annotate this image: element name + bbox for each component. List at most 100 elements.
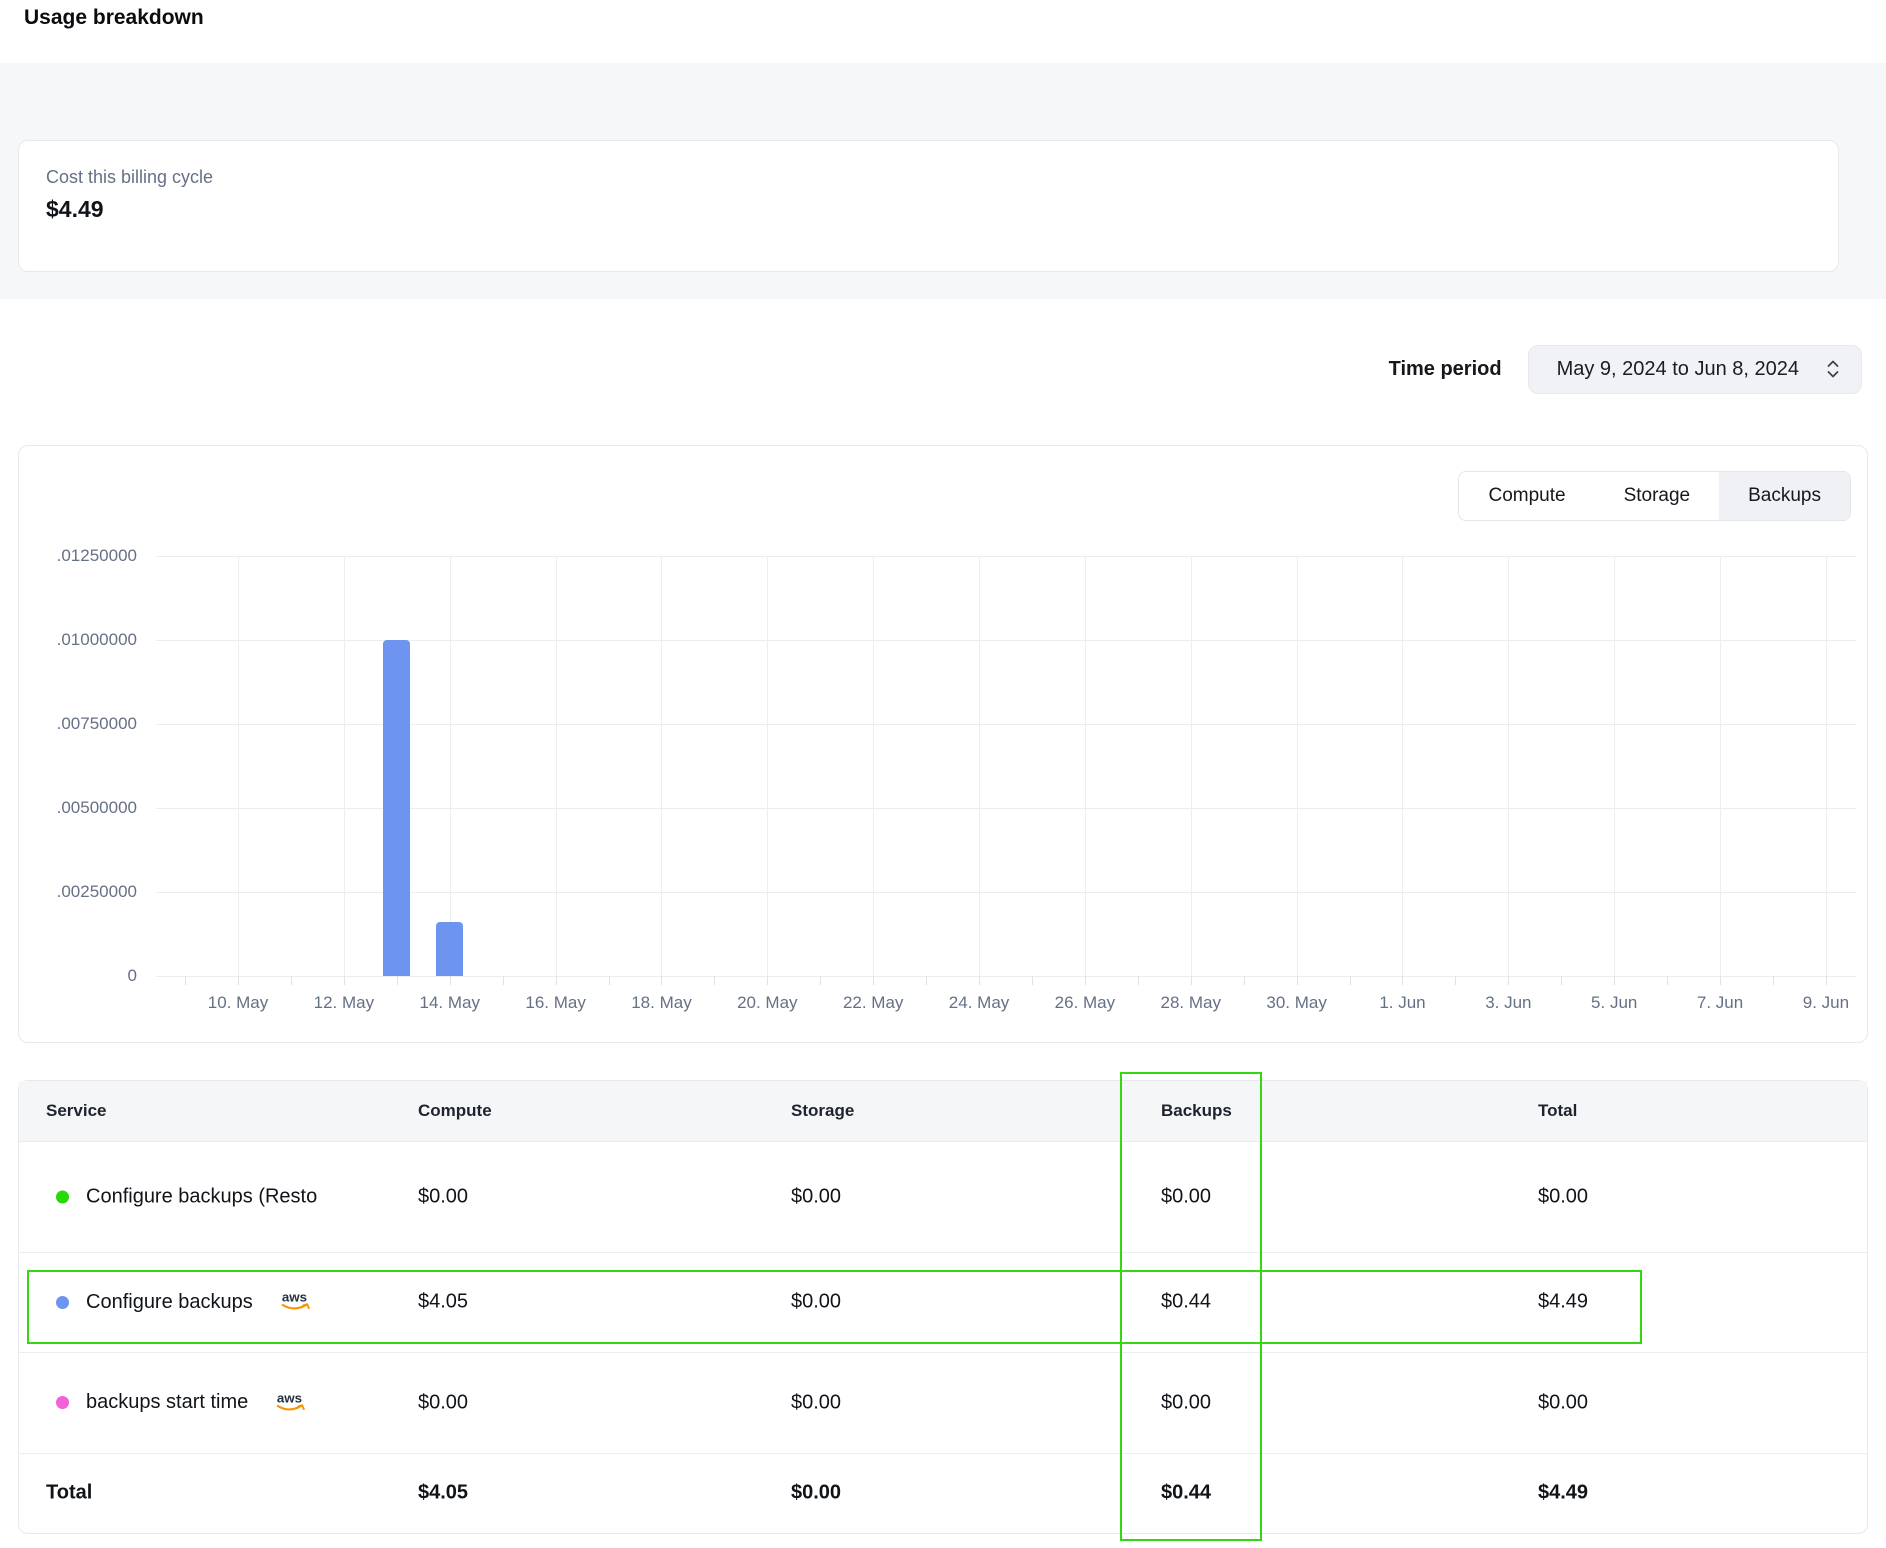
total-value: $0.00	[1538, 1185, 1588, 1208]
x-gridline	[238, 556, 239, 976]
usage-bar[interactable]	[383, 640, 410, 976]
x-axis-label: 12. May	[296, 993, 392, 1013]
day-tick	[1667, 976, 1668, 985]
x-axis-label: 9. Jun	[1778, 993, 1874, 1013]
billing-cost-label: Cost this billing cycle	[46, 167, 1838, 188]
billing-cost-card: Cost this billing cycle $4.49	[18, 140, 1839, 272]
y-axis-label: .01000000	[19, 630, 137, 650]
service-cell: Configure backups aws	[56, 1285, 315, 1319]
y-axis-label: .00250000	[19, 882, 137, 902]
x-gridline	[873, 556, 874, 976]
day-tick	[1720, 976, 1721, 985]
y-gridline	[156, 556, 1856, 557]
compute-value: $0.00	[418, 1185, 468, 1208]
day-tick	[1085, 976, 1086, 985]
x-gridline	[1297, 556, 1298, 976]
x-gridline	[1191, 556, 1192, 976]
day-tick	[873, 976, 874, 985]
day-tick	[344, 976, 345, 985]
series-dot	[56, 1396, 69, 1409]
storage-value: $0.00	[791, 1185, 841, 1208]
service-name: Configure backups	[86, 1291, 253, 1314]
day-tick	[1508, 976, 1509, 985]
x-axis-label: 20. May	[719, 993, 815, 1013]
series-dot	[56, 1190, 69, 1203]
service-cell: backups start time aws	[56, 1386, 310, 1420]
x-axis-label: 14. May	[402, 993, 498, 1013]
aws-icon: aws	[279, 1289, 315, 1319]
total-value: $4.49	[1538, 1291, 1588, 1314]
x-gridline	[979, 556, 980, 976]
y-axis-label: 0	[19, 966, 137, 986]
x-axis-label: 7. Jun	[1672, 993, 1768, 1013]
x-gridline	[1614, 556, 1615, 976]
day-tick	[1244, 976, 1245, 985]
x-gridline	[1826, 556, 1827, 976]
x-axis-label: 28. May	[1143, 993, 1239, 1013]
day-tick	[503, 976, 504, 985]
service-name: backups start time	[86, 1391, 248, 1414]
billing-cost-amount: $4.49	[46, 196, 1838, 223]
time-period-select[interactable]: May 9, 2024 to Jun 8, 2024	[1528, 345, 1862, 394]
day-tick	[238, 976, 239, 985]
table-header-row: Service Compute Storage Backups Total	[19, 1081, 1867, 1142]
day-tick	[1402, 976, 1403, 985]
y-axis-label: .00750000	[19, 714, 137, 734]
chart-plot: .01250000.01000000.00750000.00500000.002…	[19, 446, 1867, 1042]
x-axis-label: 26. May	[1037, 993, 1133, 1013]
x-gridline	[450, 556, 451, 976]
header-backups: Backups	[1161, 1101, 1232, 1121]
day-tick	[609, 976, 610, 985]
y-gridline	[156, 976, 1856, 977]
x-axis-label: 22. May	[825, 993, 921, 1013]
day-tick	[1826, 976, 1827, 985]
page-title: Usage breakdown	[24, 6, 204, 30]
day-tick	[1614, 976, 1615, 985]
service-cell: Configure backups (Resto	[56, 1185, 317, 1208]
x-axis-label: 5. Jun	[1566, 993, 1662, 1013]
day-tick	[450, 976, 451, 985]
day-tick	[397, 976, 398, 985]
day-tick	[1191, 976, 1192, 985]
day-tick	[714, 976, 715, 985]
day-tick	[1297, 976, 1298, 985]
day-tick	[1455, 976, 1456, 985]
y-axis-label: .01250000	[19, 546, 137, 566]
compute-value: $4.05	[418, 1291, 468, 1314]
day-tick	[661, 976, 662, 985]
header-compute: Compute	[418, 1101, 492, 1121]
time-period-label: Time period	[1389, 358, 1502, 381]
usage-bar[interactable]	[436, 922, 463, 976]
day-tick	[820, 976, 821, 985]
storage-value: $0.00	[791, 1291, 841, 1314]
x-axis-label: 3. Jun	[1460, 993, 1556, 1013]
usage-chart-card: Compute Storage Backups .01250000.010000…	[18, 445, 1868, 1043]
header-total: Total	[1538, 1101, 1577, 1121]
x-axis-label: 24. May	[931, 993, 1027, 1013]
x-gridline	[344, 556, 345, 976]
aws-icon: aws	[274, 1390, 310, 1420]
day-tick	[1032, 976, 1033, 985]
day-tick	[291, 976, 292, 985]
billing-summary-band: Cost this billing cycle $4.49	[0, 63, 1886, 299]
day-tick	[767, 976, 768, 985]
x-axis-label: 16. May	[508, 993, 604, 1013]
time-period-value: May 9, 2024 to Jun 8, 2024	[1557, 358, 1799, 381]
header-service: Service	[46, 1101, 107, 1121]
x-gridline	[556, 556, 557, 976]
x-gridline	[661, 556, 662, 976]
day-tick	[185, 976, 186, 985]
day-tick	[926, 976, 927, 985]
day-tick	[1561, 976, 1562, 985]
x-gridline	[1402, 556, 1403, 976]
x-gridline	[1508, 556, 1509, 976]
usage-table-card: Service Compute Storage Backups Total Co…	[18, 1080, 1868, 1534]
svg-text:aws: aws	[282, 1289, 307, 1304]
day-tick	[979, 976, 980, 985]
x-axis-label: 10. May	[190, 993, 286, 1013]
compute-total: $4.05	[418, 1482, 468, 1505]
svg-text:aws: aws	[277, 1390, 302, 1405]
x-gridline	[1720, 556, 1721, 976]
total-value: $0.00	[1538, 1391, 1588, 1414]
y-gridline	[156, 808, 1856, 809]
